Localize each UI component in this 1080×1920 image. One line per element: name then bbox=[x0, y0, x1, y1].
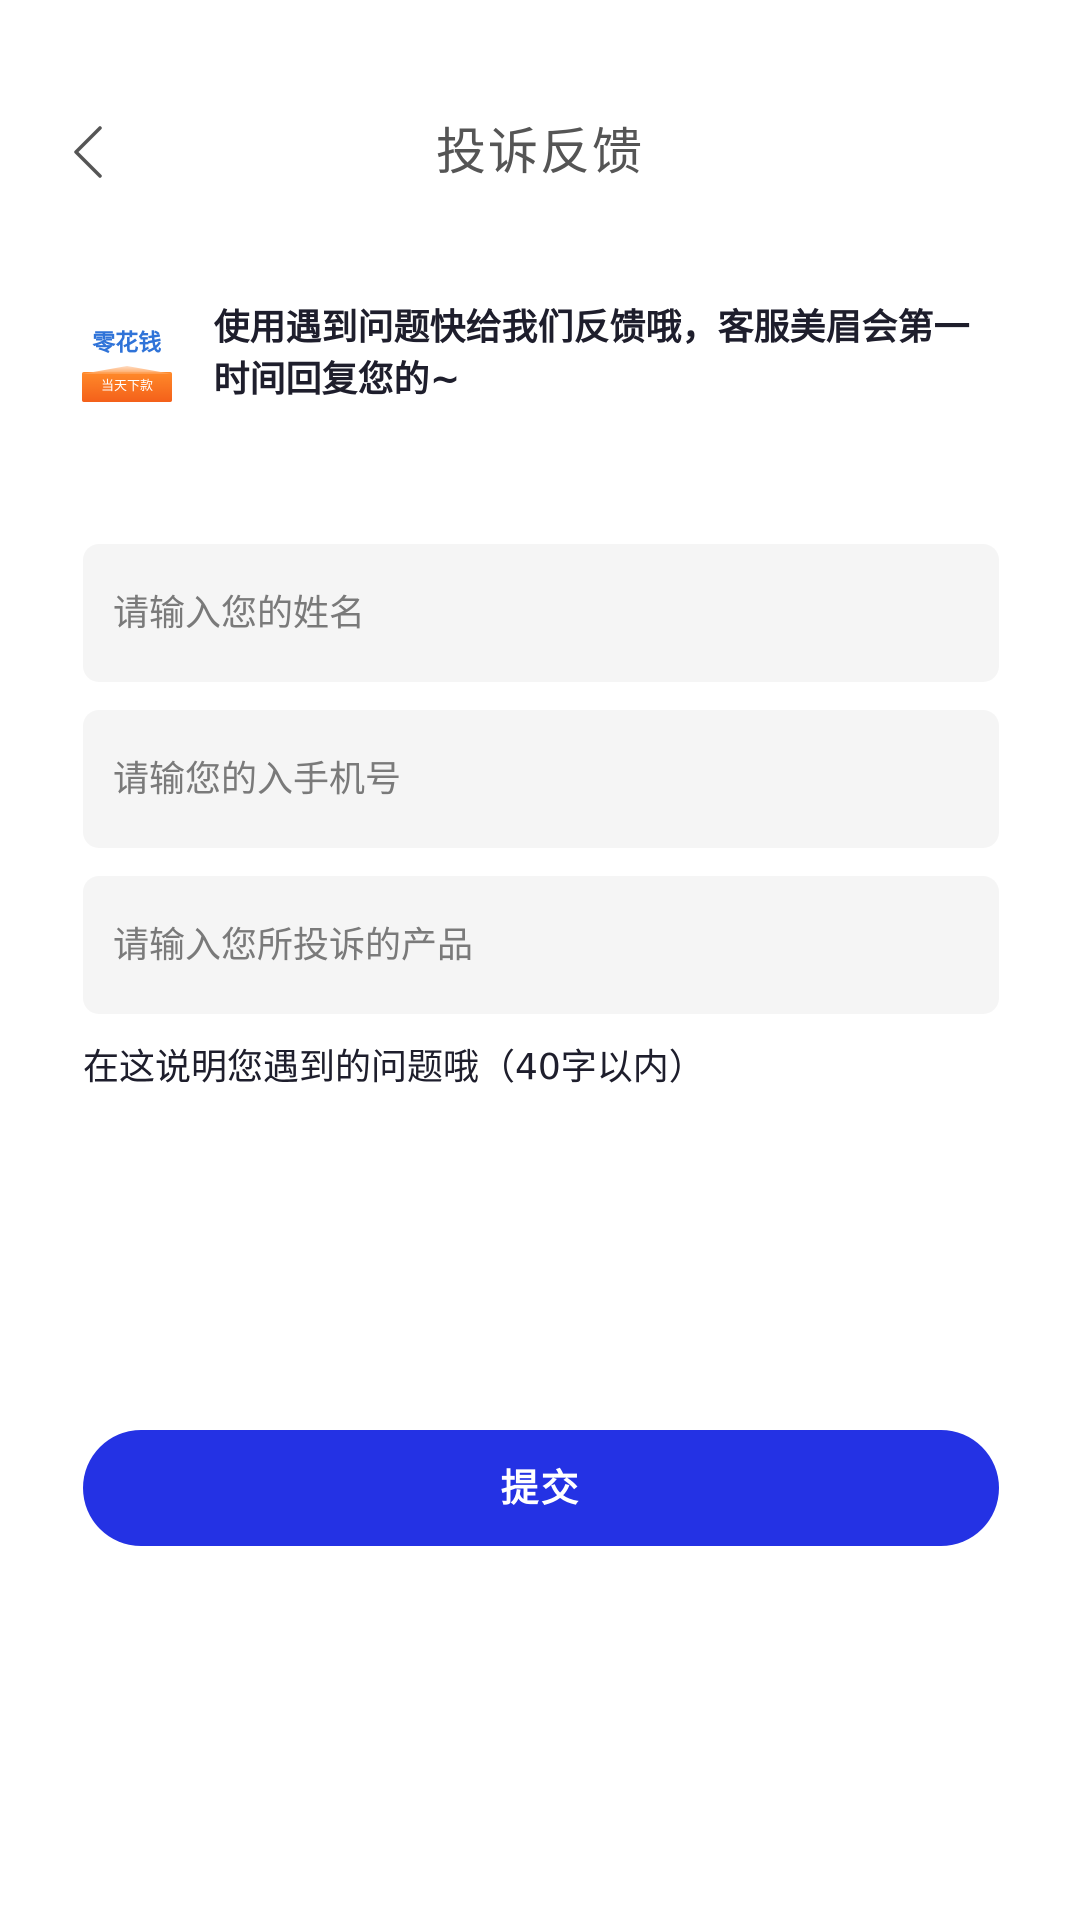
logo-brand-text: 零花钱 bbox=[92, 330, 162, 356]
name-field bbox=[83, 544, 999, 682]
intro-message: 使用遇到问题快给我们反馈哦，客服美眉会第一时间回复您的~ bbox=[214, 307, 971, 400]
product-input[interactable] bbox=[113, 876, 969, 1014]
intro-section: 零花钱 当天下款 使用遇到问题快给我们反馈哦，客服美眉会第一时间回复您的~ bbox=[82, 302, 1002, 412]
description-textarea[interactable] bbox=[83, 1040, 999, 1340]
phone-field bbox=[83, 710, 999, 848]
name-input[interactable] bbox=[113, 544, 969, 682]
description-area bbox=[83, 1040, 999, 1340]
app-logo: 零花钱 当天下款 bbox=[82, 320, 172, 402]
submit-button[interactable]: 提交 bbox=[83, 1430, 999, 1546]
header: 投诉反馈 bbox=[0, 100, 1080, 204]
logo-tagline: 当天下款 bbox=[82, 372, 172, 402]
page-title: 投诉反馈 bbox=[436, 123, 644, 181]
phone-input[interactable] bbox=[113, 710, 969, 848]
product-field bbox=[83, 876, 999, 1014]
